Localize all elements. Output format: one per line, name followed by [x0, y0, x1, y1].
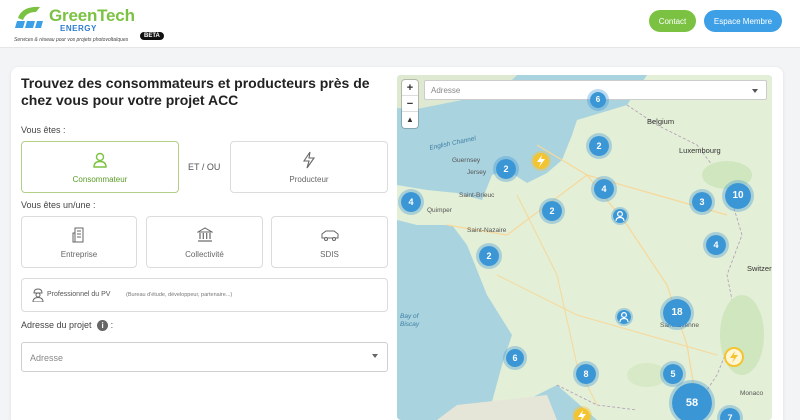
- address-select[interactable]: Adresse: [21, 342, 388, 372]
- info-icon[interactable]: i: [97, 320, 109, 332]
- company-option[interactable]: Entreprise: [21, 216, 137, 268]
- zoom-in-button[interactable]: +: [402, 80, 418, 96]
- map-cluster[interactable]: 4: [398, 189, 424, 215]
- map-cluster[interactable]: 2: [476, 243, 502, 269]
- worker-icon: [32, 288, 44, 302]
- community-option[interactable]: Collectivité: [146, 216, 263, 268]
- brand-subtitle: ENERGY: [60, 24, 97, 33]
- pv-professional-hint: (Bureau d'étude, développeur, partenaire…: [126, 292, 233, 298]
- place-belgium: Belgium: [647, 117, 675, 126]
- person-icon: [93, 152, 107, 168]
- person-icon: [619, 311, 629, 323]
- place-quimper: Quimper: [427, 207, 452, 214]
- map-cluster[interactable]: 58: [669, 380, 715, 420]
- map-cluster[interactable]: 3: [689, 189, 715, 215]
- map-cluster[interactable]: 6: [503, 346, 527, 370]
- place-guernsey: Guernsey: [452, 157, 481, 164]
- place-luxembourg: Luxembourg: [679, 146, 721, 155]
- consumer-option[interactable]: Consommateur: [21, 141, 179, 193]
- role-connector: ET / OU: [188, 162, 221, 172]
- place-saint-brieuc: Saint-Brieuc: [459, 192, 495, 199]
- producer-option[interactable]: Producteur: [230, 141, 388, 193]
- producer-marker[interactable]: [531, 151, 551, 171]
- beta-badge: BETA: [140, 32, 164, 40]
- contact-button[interactable]: Contact: [649, 10, 696, 32]
- consumer-marker[interactable]: [615, 308, 633, 326]
- building-icon: [72, 227, 84, 243]
- producer-label: Producteur: [289, 175, 329, 184]
- chevron-down-icon: [372, 354, 378, 358]
- type-label: Vous êtes un/une :: [21, 200, 96, 210]
- map-cluster[interactable]: 4: [703, 232, 729, 258]
- place-switzerland: Switzerland: [747, 264, 772, 273]
- producer-marker[interactable]: [572, 406, 592, 420]
- map-cluster[interactable]: 18: [660, 296, 694, 330]
- address-label: Adresse du projet i :: [21, 320, 114, 332]
- fire-truck-icon: [321, 230, 338, 241]
- person-icon: [615, 210, 625, 222]
- map-cluster[interactable]: 4: [591, 176, 617, 202]
- map-cluster[interactable]: 6: [587, 89, 609, 111]
- place-saint-nazaire: Saint-Nazaire: [467, 227, 507, 234]
- zoom-out-button[interactable]: −: [402, 96, 418, 112]
- address-label-colon: :: [108, 320, 114, 330]
- place-monaco: Monaco: [740, 390, 764, 397]
- logo[interactable]: GreenTech ENERGY Services & réseau pour …: [14, 4, 164, 44]
- map-cluster[interactable]: 2: [539, 198, 565, 224]
- consumer-marker[interactable]: [611, 207, 629, 225]
- sdis-label: SDIS: [320, 250, 339, 259]
- lightning-icon: [302, 151, 316, 169]
- town-hall-icon: [196, 227, 213, 242]
- zoom-controls: + − ▲: [402, 80, 418, 128]
- pv-professional-option[interactable]: Professionnel du PV (Bureau d'étude, dév…: [21, 278, 388, 312]
- map-cluster[interactable]: 2: [586, 133, 612, 159]
- community-label: Collectivité: [185, 250, 224, 259]
- map-cluster[interactable]: 2: [493, 156, 519, 182]
- producer-marker[interactable]: [724, 347, 744, 367]
- lightning-icon: [730, 351, 738, 363]
- lightning-icon: [537, 155, 545, 167]
- consumer-label: Consommateur: [72, 175, 128, 184]
- address-label-text: Adresse du projet: [21, 320, 92, 330]
- role-label: Vous êtes :: [21, 125, 66, 135]
- company-label: Entreprise: [60, 250, 98, 259]
- map[interactable]: + − ▲ Adresse English Channel Bay of Bis…: [397, 75, 772, 420]
- pv-professional-label: Professionnel du PV: [47, 291, 111, 298]
- brand-tagline: Services & réseau pour vos projets photo…: [14, 37, 129, 43]
- lightning-icon: [578, 410, 586, 420]
- place-jersey: Jersey: [467, 169, 487, 176]
- sdis-option[interactable]: SDIS: [271, 216, 388, 268]
- page-title: Trouvez des consommateurs et producteurs…: [21, 75, 370, 108]
- member-area-button[interactable]: Espace Membre: [704, 10, 782, 32]
- reset-north-button[interactable]: ▲: [402, 112, 418, 128]
- brand-name: GreenTech: [49, 6, 135, 25]
- sea-label-bay: Bay of Biscay: [400, 313, 420, 328]
- chevron-down-icon: [752, 89, 758, 93]
- map-cluster[interactable]: 10: [722, 180, 754, 212]
- top-bar: GreenTech ENERGY Services & réseau pour …: [0, 0, 800, 48]
- address-placeholder: Adresse: [30, 353, 64, 363]
- map-cluster[interactable]: 8: [573, 361, 599, 387]
- solar-panel-logo-icon: [15, 6, 43, 28]
- map-address-placeholder: Adresse: [431, 86, 461, 95]
